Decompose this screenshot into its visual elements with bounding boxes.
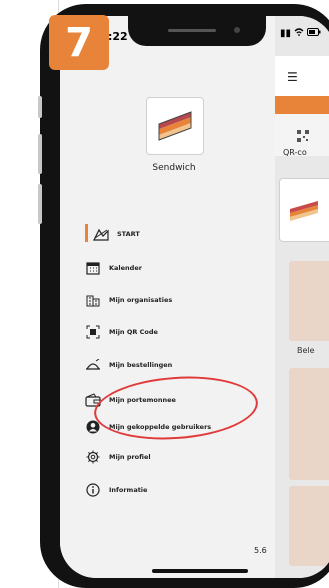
menu-item-organisaties[interactable]: Mijn organisaties <box>85 290 172 310</box>
building-icon <box>93 226 109 242</box>
food-card[interactable] <box>289 368 329 480</box>
signal-icon: ▮▮ <box>279 28 291 39</box>
navigation-drawer: Sendwich START Kalender Mijn organisatie… <box>60 16 275 578</box>
background-app: ☰ QR-co Bele <box>275 16 329 578</box>
status-icons: ▮▮ <box>280 28 321 39</box>
sandwich-icon <box>290 201 318 221</box>
menu-item-bestellingen[interactable]: Mijn bestellingen <box>85 355 172 375</box>
status-time: :22 <box>108 30 128 43</box>
menu-item-label: Kalender <box>109 264 142 272</box>
food-card[interactable] <box>289 486 329 566</box>
organisation-icon <box>85 292 101 308</box>
front-camera <box>234 27 240 33</box>
calendar-icon <box>85 260 101 276</box>
sandwich-card[interactable] <box>279 178 329 242</box>
food-card-label: Bele <box>297 346 315 355</box>
menu-item-label: START <box>117 230 140 238</box>
info-icon <box>85 482 101 498</box>
battery-icon <box>307 28 321 39</box>
brand-name: Sendwich <box>152 163 196 173</box>
menu-item-label: Mijn bestellingen <box>109 361 173 369</box>
menu-item-start[interactable]: START <box>93 224 140 244</box>
phone-mute-button <box>38 96 42 118</box>
phone-screen: :22 ▮▮ ☰ QR-co Bele Sendwich START Kalen… <box>60 16 329 578</box>
menu-item-profiel[interactable]: Mijn profiel <box>85 447 151 467</box>
food-card[interactable] <box>289 261 329 341</box>
phone-volume-up-button <box>38 134 42 174</box>
menu-item-label: Mijn organisaties <box>109 296 173 304</box>
phone-notch <box>128 16 266 46</box>
phone-volume-down-button <box>38 184 42 224</box>
menu-item-label: Mijn QR Code <box>109 328 158 336</box>
app-accent-bar <box>275 96 329 114</box>
speaker-grille <box>168 29 216 32</box>
qr-tile-label: QR-co <box>283 148 307 157</box>
qr-code-icon <box>297 130 309 142</box>
menu-item-label: Informatie <box>109 486 148 494</box>
active-item-indicator <box>85 224 88 242</box>
menu-item-kalender[interactable]: Kalender <box>85 258 142 278</box>
qr-code-icon <box>85 324 101 340</box>
menu-item-informatie[interactable]: Informatie <box>85 480 147 500</box>
order-icon <box>85 357 101 373</box>
step-badge: 7 <box>49 15 109 70</box>
app-header <box>275 56 329 96</box>
menu-item-label: Mijn profiel <box>109 453 151 461</box>
hamburger-icon[interactable]: ☰ <box>287 70 298 84</box>
gear-icon <box>85 449 101 465</box>
app-version: 5.6 <box>254 546 267 555</box>
menu-item-qr-code[interactable]: Mijn QR Code <box>85 322 158 342</box>
sandwich-icon <box>158 111 192 141</box>
brand-logo <box>146 97 204 155</box>
home-indicator[interactable] <box>152 569 248 573</box>
wifi-icon <box>294 28 304 39</box>
